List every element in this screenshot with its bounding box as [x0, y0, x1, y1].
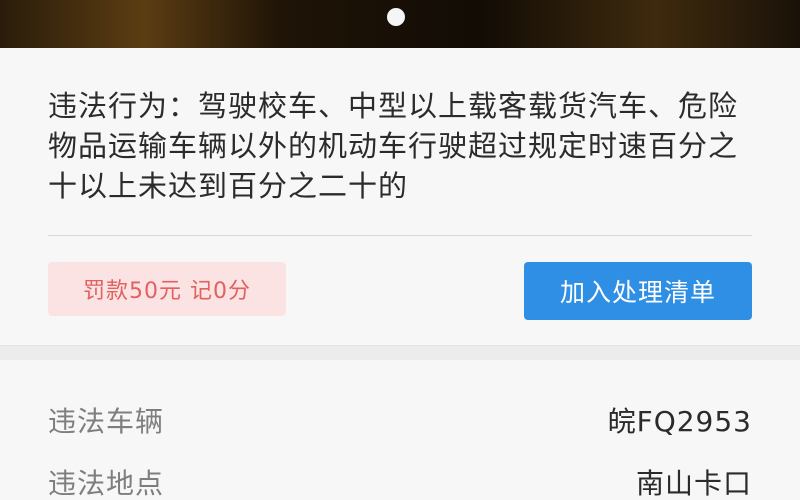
detail-row-location: 违法地点 南山卡口 [48, 462, 752, 500]
violation-detail-screen: 违法行为：驾驶校车、中型以上载客载货汽车、危险物品运输车辆以外的机动车行驶超过规… [0, 0, 800, 500]
detail-label: 违法地点 [48, 467, 165, 500]
add-to-process-list-button[interactable]: 加入处理清单 [524, 262, 752, 320]
divider [48, 235, 752, 236]
carousel-indicator-dot[interactable] [387, 8, 405, 26]
violation-description: 违法行为：驾驶校车、中型以上载客载货汽车、危险物品运输车辆以外的机动车行驶超过规… [48, 86, 748, 206]
penalty-badge: 罚款50元 记0分 [48, 262, 286, 316]
violation-label: 违法行为： [48, 89, 199, 123]
detail-value: 南山卡口 [635, 467, 752, 500]
vehicle-info-card: 违法车辆 皖FQ2953 违法地点 南山卡口 [0, 360, 800, 500]
detail-row-vehicle: 违法车辆 皖FQ2953 [48, 400, 752, 440]
detail-value: 皖FQ2953 [607, 405, 752, 438]
detail-label: 违法车辆 [48, 405, 165, 438]
image-banner [0, 0, 800, 48]
violation-card: 违法行为：驾驶校车、中型以上载客载货汽车、危险物品运输车辆以外的机动车行驶超过规… [0, 48, 800, 346]
